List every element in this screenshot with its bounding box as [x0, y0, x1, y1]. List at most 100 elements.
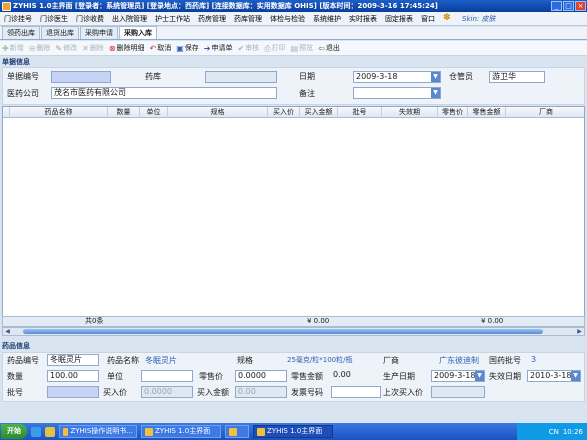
batch-field[interactable]	[47, 386, 99, 398]
menu-outpatient-doctor[interactable]: 门诊医生	[36, 14, 72, 24]
taskbar-item-main-2[interactable]: ZYHIS 1.0主界面	[253, 425, 333, 438]
last-price-field	[431, 386, 485, 398]
col-unit[interactable]: 单位	[140, 107, 168, 118]
drug-grid[interactable]: 药品名称 数量 单位 规格 买入价 买入金额 批号 失效期 零售价 零售金额 厂…	[2, 106, 585, 324]
taskbar-item-blank[interactable]	[225, 425, 249, 438]
row-indicator-header	[3, 107, 10, 118]
menu-window[interactable]: 窗口	[417, 14, 439, 24]
toolbar-delete-button[interactable]: ✕ 删除	[82, 43, 104, 53]
company-field[interactable]: 茂名市医药有限公司	[51, 87, 277, 99]
grid-summary: 共0条 ¥ 0.00 ¥ 0.00	[2, 316, 585, 327]
expire-date-picker[interactable]: 2010-3-18 ▼	[527, 370, 581, 382]
toolbar-delete-detail-button[interactable]: ⊗ 删除明细	[109, 43, 145, 53]
keeper-field[interactable]: 游卫华	[489, 71, 545, 83]
col-maker[interactable]: 厂商	[506, 107, 586, 118]
col-sell-price[interactable]: 零售价	[438, 107, 468, 118]
buy-amount-field[interactable]: 0.00	[235, 386, 287, 398]
tab-purchase-receipt[interactable]: 采购入库	[119, 26, 157, 39]
batch-label: 批号	[7, 388, 23, 397]
spec-value: 25毫克/粒*100粒/瓶	[287, 356, 353, 364]
app-icon	[2, 1, 11, 11]
scroll-right-icon[interactable]: ▶	[575, 328, 584, 335]
doc-no-label: 单据编号	[7, 72, 39, 81]
col-buy-amount[interactable]: 买入金额	[300, 107, 338, 118]
dropdown-arrow-icon[interactable]: ▼	[431, 72, 440, 82]
menu-fixed-report[interactable]: 固定报表	[381, 14, 417, 24]
col-expire[interactable]: 失效期	[382, 107, 438, 118]
warehouse-field[interactable]	[205, 71, 277, 83]
remark-field[interactable]: ▼	[353, 87, 441, 99]
invoice-field[interactable]	[331, 386, 381, 398]
toolbar-audit-button[interactable]: ✔ 审核	[237, 43, 259, 53]
toolbar-preview-button[interactable]: ▤ 预览	[291, 43, 314, 53]
col-sell-amount[interactable]: 零售金额	[468, 107, 506, 118]
minimize-button[interactable]: _	[551, 1, 562, 11]
taskbar-item-main-1[interactable]: ZYHIS 1.0主界面	[141, 425, 221, 438]
start-button[interactable]: 开始	[1, 424, 27, 439]
buy-price-field[interactable]: 0.0000	[141, 386, 193, 398]
price-field[interactable]: 0.0000	[235, 370, 287, 382]
col-buy-price[interactable]: 买入价	[268, 107, 300, 118]
dropdown-arrow-icon[interactable]: ▼	[571, 371, 580, 381]
qty-field[interactable]: 100.00	[47, 370, 99, 382]
buy-price-label: 买入价	[103, 388, 127, 397]
menu-drug-warehouse[interactable]: 药库管理	[230, 14, 266, 24]
doc-no-field[interactable]	[51, 71, 111, 83]
summary-sell-amount: ¥ 0.00	[481, 317, 504, 325]
dropdown-arrow-icon[interactable]: ▼	[475, 371, 484, 381]
prod-date-picker[interactable]: 2009-3-18 ▼	[431, 370, 485, 382]
tab-drug-issue[interactable]: 领药出库	[2, 26, 40, 39]
menu-realtime-report[interactable]: 实时报表	[345, 14, 381, 24]
skin-selector[interactable]: Skin: 皮肤	[456, 14, 495, 24]
col-qty[interactable]: 数量	[108, 107, 140, 118]
toolbar-save-button[interactable]: ▣ 保存	[176, 43, 199, 53]
browser-icon[interactable]	[31, 426, 41, 437]
remark-label: 备注	[299, 89, 315, 98]
menu-system[interactable]: 系统维护	[309, 14, 345, 24]
col-drug-name[interactable]: 药品名称	[10, 107, 108, 118]
menu-admission[interactable]: 出入院管理	[108, 14, 151, 24]
price-label: 零售价	[199, 372, 223, 381]
save-icon: ▣	[176, 43, 184, 53]
toolbar-cancel-button[interactable]: ↶ 取消	[150, 43, 172, 53]
toolbar-request-button[interactable]: ➔ 申请单	[204, 43, 233, 53]
taskbar-item-manual[interactable]: ZYHIS操作说明书...	[59, 425, 137, 438]
dropdown-arrow-icon[interactable]: ▼	[431, 88, 440, 98]
maximize-button[interactable]: □	[563, 1, 574, 11]
printer-icon: ⎙	[264, 43, 271, 53]
close-button[interactable]: ×	[575, 1, 586, 11]
toolbar-exit-button[interactable]: ⇦ 退出	[318, 43, 340, 53]
scroll-thumb[interactable]	[23, 329, 543, 334]
col-spec[interactable]: 规格	[168, 107, 268, 118]
ime-indicator[interactable]: CN	[549, 428, 559, 436]
minus-icon: ⊖	[28, 43, 36, 53]
menu-outpatient-register[interactable]: 门诊挂号	[0, 14, 36, 24]
drug-detail-form: 药品编号 冬眠灵片 药品名称 冬眠灵片 规格 25毫克/粒*100粒/瓶 厂商 …	[2, 352, 585, 402]
toolbar-remove-button[interactable]: ⊖ 删除	[29, 43, 51, 53]
menu-checkup[interactable]: 体检与检验	[266, 14, 309, 24]
arrow-right-icon: ➔	[203, 43, 211, 53]
grid-header: 药品名称 数量 单位 规格 买入价 买入金额 批号 失效期 零售价 零售金额 厂…	[3, 107, 584, 118]
toolbar-new-button[interactable]: ✚ 新增	[2, 43, 24, 53]
drug-code-field[interactable]: 冬眠灵片	[47, 354, 99, 366]
folder-icon[interactable]	[45, 426, 55, 437]
menu-bar: 门诊挂号 门诊医生 门诊收费 出入院管理 护士工作站 药房管理 药库管理 体检与…	[0, 12, 587, 26]
menu-nurse-station[interactable]: 护士工作站	[151, 14, 194, 24]
app-window-icon	[257, 427, 265, 436]
scroll-left-icon[interactable]: ◀	[3, 328, 12, 335]
date-picker[interactable]: 2009-3-18 ▼	[353, 71, 441, 83]
summary-count: 共0条	[85, 317, 104, 325]
unit-label: 单位	[107, 372, 123, 381]
tab-purchase-request[interactable]: 采购申请	[80, 26, 118, 39]
menu-outpatient-fee[interactable]: 门诊收费	[72, 14, 108, 24]
summary-buy-amount: ¥ 0.00	[307, 317, 330, 325]
horizontal-scrollbar[interactable]: ◀ ▶	[2, 327, 585, 336]
col-batch[interactable]: 批号	[338, 107, 382, 118]
tab-return[interactable]: 退货出库	[41, 26, 79, 39]
toolbar-print-button[interactable]: ⎙ 打印	[264, 43, 285, 53]
doc-section-title: 单据信息	[2, 58, 30, 66]
menu-pharmacy[interactable]: 药房管理	[194, 14, 230, 24]
skin-icon[interactable]: ✽	[443, 14, 452, 23]
unit-field[interactable]	[141, 370, 193, 382]
toolbar-edit-button[interactable]: ✎ 修改	[55, 43, 77, 53]
